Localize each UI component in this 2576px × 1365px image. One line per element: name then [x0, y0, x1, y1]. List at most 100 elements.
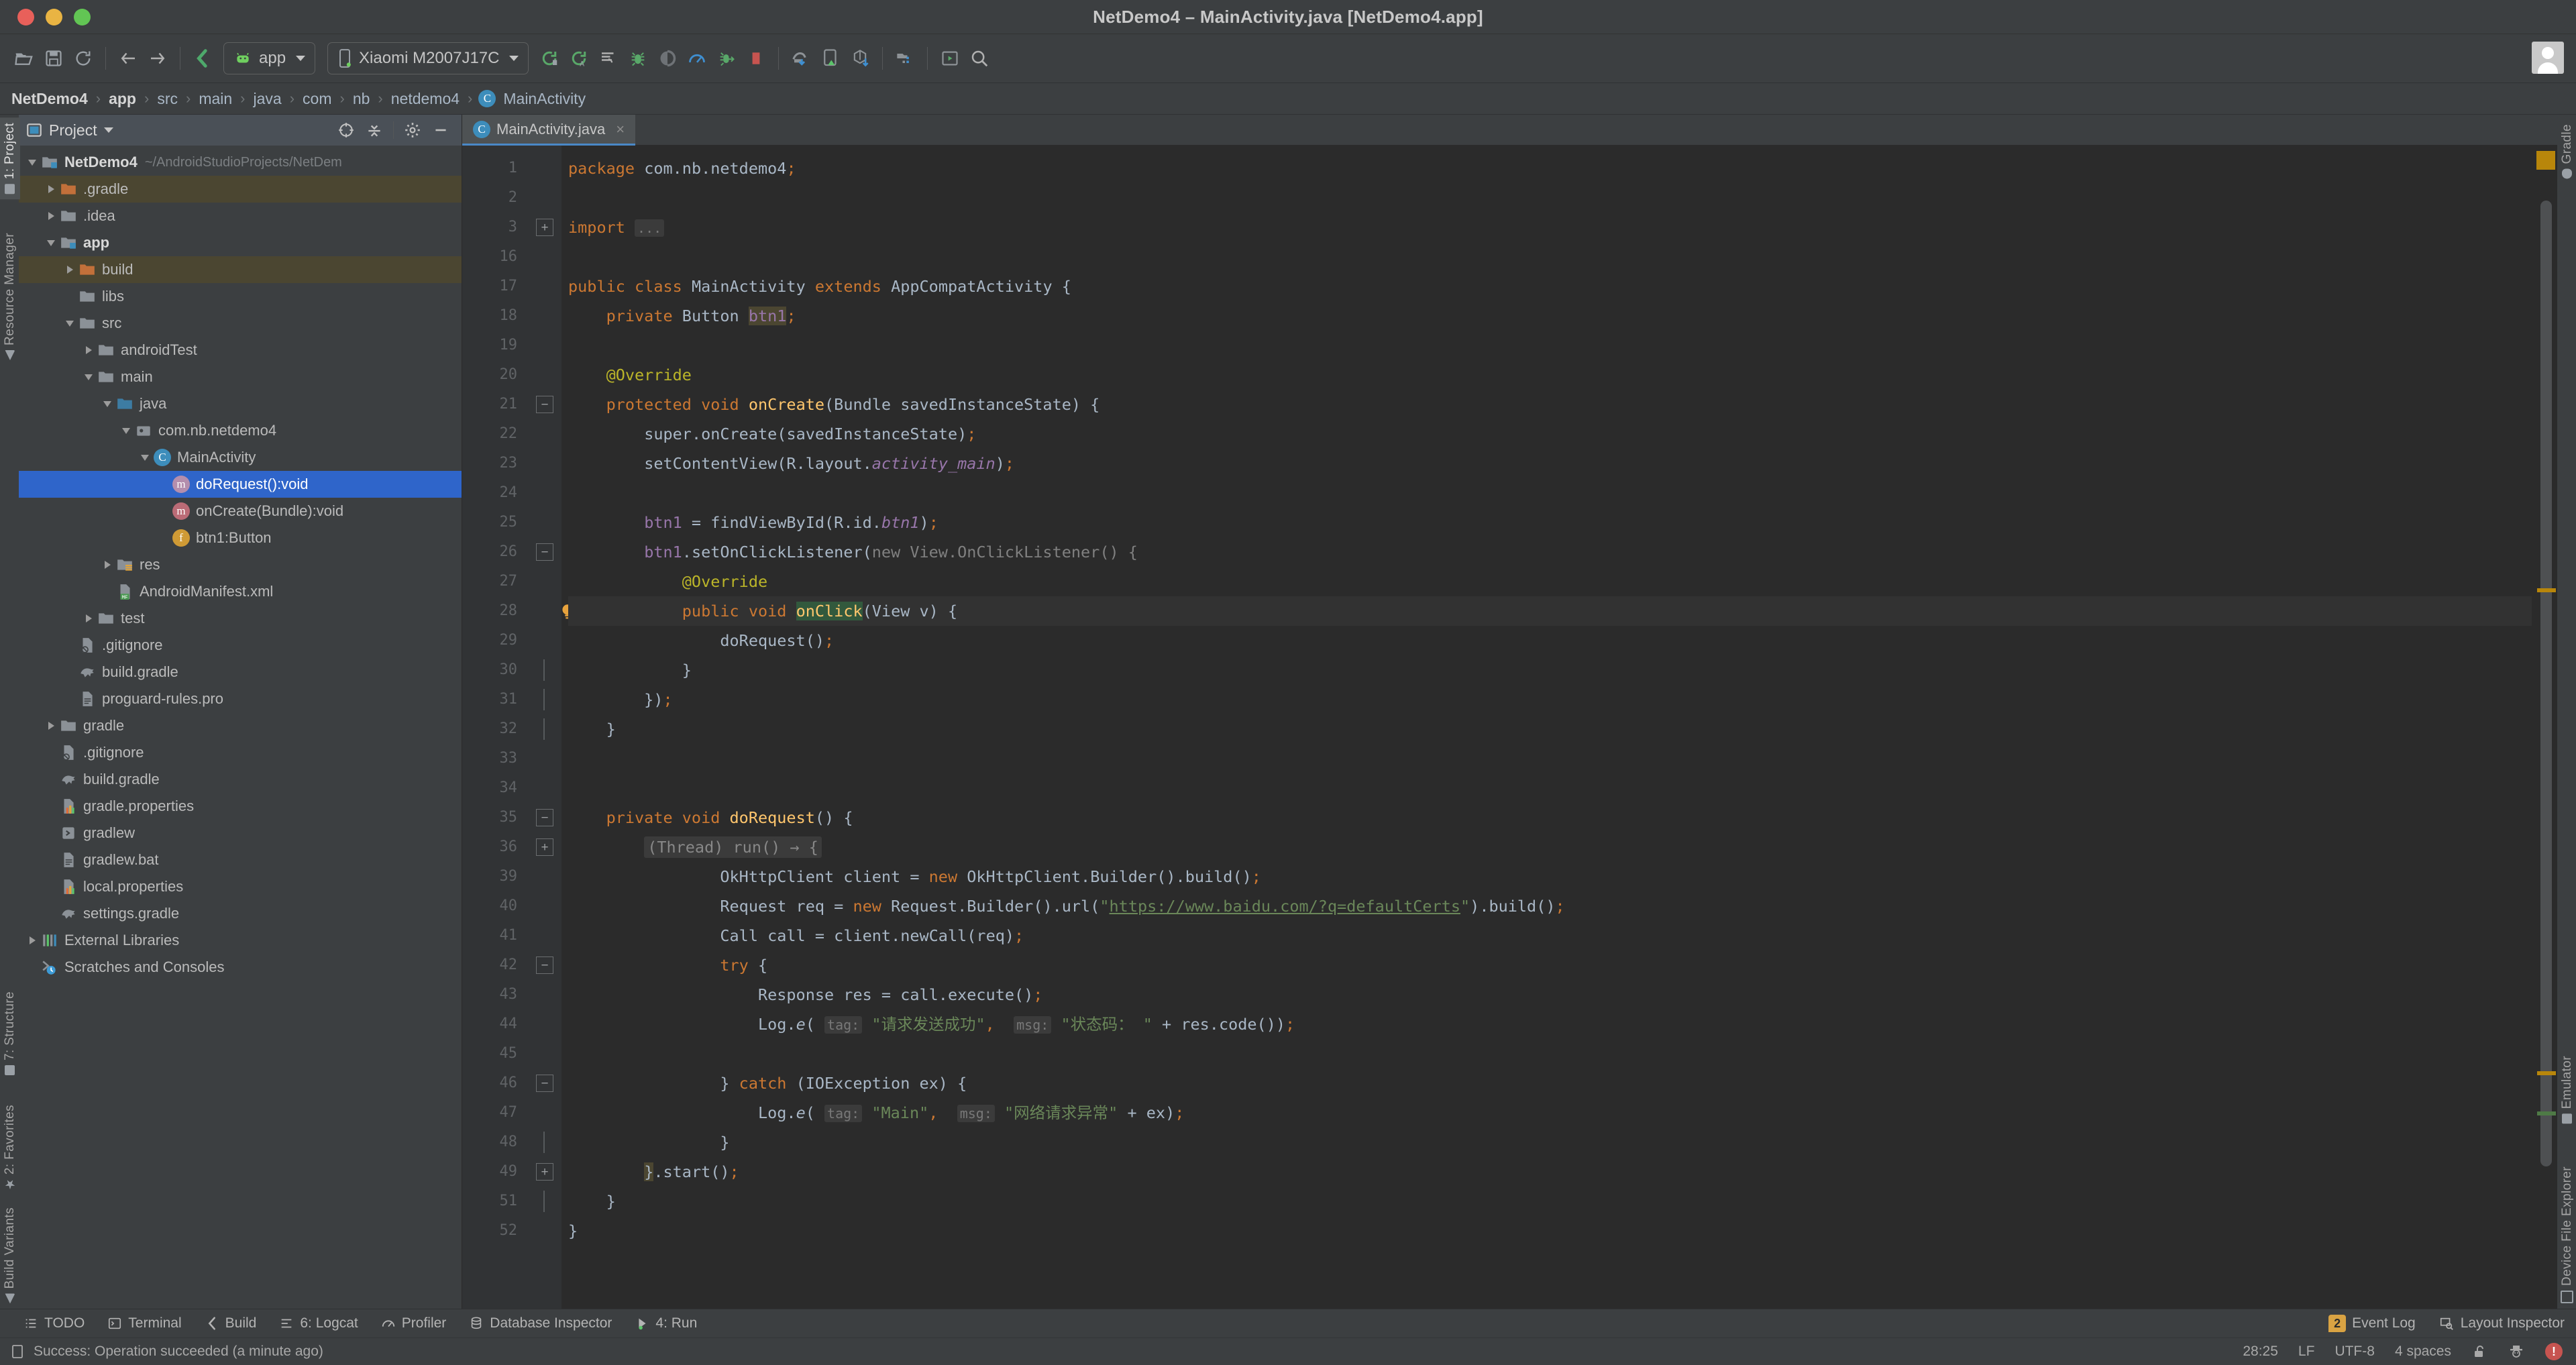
code-line-35[interactable]: private void doRequest() {	[568, 803, 2557, 832]
fold-marker-slot[interactable]: −	[527, 803, 561, 832]
tree-node-test[interactable]: test	[19, 605, 462, 632]
tool-button-build-variants[interactable]: Build Variants	[0, 1202, 20, 1309]
line-number[interactable]: 46	[462, 1069, 527, 1098]
code-line-40[interactable]: Request req = new Request.Builder().url(…	[568, 891, 2557, 921]
line-separator[interactable]: LF	[2288, 1344, 2325, 1360]
code-line-47[interactable]: Log.e( tag: "Main", msg: "网络请求异常" + ex);	[568, 1098, 2557, 1128]
code-line-20[interactable]: @Override	[568, 360, 2557, 390]
tree-node-oncreate-bundle-void[interactable]: m onCreate(Bundle):void	[19, 498, 462, 525]
fold-marker-slot[interactable]	[527, 301, 561, 331]
bottom-item-database-inspector[interactable]: Database Inspector	[458, 1309, 623, 1337]
line-number[interactable]: 27	[462, 567, 527, 596]
run-icon[interactable]	[535, 44, 564, 73]
code-line-24[interactable]	[568, 478, 2557, 508]
fold-marker-slot[interactable]: −	[527, 950, 561, 980]
line-number[interactable]: 16	[462, 242, 527, 272]
collapse-all-icon[interactable]	[363, 119, 386, 142]
tree-node-com-nb-netdemo4[interactable]: com.nb.netdemo4	[19, 417, 462, 444]
fold-marker-slot[interactable]	[527, 685, 561, 714]
breadcrumb-item-2[interactable]: src	[155, 90, 180, 108]
line-number[interactable]: 49	[462, 1157, 527, 1187]
chevron-down-icon[interactable]	[118, 423, 134, 439]
code-line-21[interactable]: protected void onCreate(Bundle savedInst…	[568, 390, 2557, 419]
code-line-43[interactable]: Response res = call.execute();	[568, 980, 2557, 1009]
fold-marker-slot[interactable]	[527, 154, 561, 183]
fold-marker-slot[interactable]	[527, 655, 561, 685]
editor-scrollbar-thumb[interactable]	[2540, 201, 2552, 1166]
tool-button-resource-manager[interactable]: Resource Manager	[0, 227, 20, 366]
bottom-item-event-log[interactable]: 2 Event Log	[2317, 1309, 2427, 1337]
fold-minus-icon[interactable]: −	[536, 543, 553, 561]
tool-button-device-file-explorer[interactable]: Device File Explorer	[2557, 1161, 2576, 1309]
avd-manager-icon[interactable]	[188, 44, 217, 73]
fold-marker-slot[interactable]: +	[527, 832, 561, 862]
line-number[interactable]: 43	[462, 980, 527, 1009]
chevron-down-icon[interactable]	[137, 449, 153, 466]
scroll-marker-warning[interactable]	[2537, 588, 2556, 592]
source-code[interactable]: package com.nb.netdemo4; import ... publ…	[561, 146, 2557, 1309]
fold-plus-icon[interactable]: +	[536, 219, 553, 236]
line-number[interactable]: 26	[462, 537, 527, 567]
code-line-25[interactable]: btn1 = findViewById(R.id.btn1);	[568, 508, 2557, 537]
fold-marker-slot[interactable]	[527, 508, 561, 537]
bottom-item-todo[interactable]: TODO	[12, 1309, 96, 1337]
forward-arrow-icon[interactable]	[143, 44, 172, 73]
line-number[interactable]: 24	[462, 478, 527, 508]
breadcrumb-item-0[interactable]: NetDemo4	[9, 90, 90, 108]
code-line-45[interactable]	[568, 1039, 2557, 1069]
fold-marker-slot[interactable]	[527, 478, 561, 508]
bottom-item-layout-inspector[interactable]: Layout Inspector	[2427, 1309, 2576, 1337]
code-line-32[interactable]: }	[568, 714, 2557, 744]
tree-node-external-libraries[interactable]: External Libraries	[19, 927, 462, 954]
line-number[interactable]: 33	[462, 744, 527, 773]
fold-plus-icon[interactable]: +	[536, 838, 553, 856]
code-line-46[interactable]: } catch (IOException ex) {	[568, 1069, 2557, 1098]
stop-icon[interactable]	[741, 44, 771, 73]
fold-marker-slot[interactable]	[527, 272, 561, 301]
minimize-icon[interactable]	[429, 119, 452, 142]
line-number[interactable]: 41	[462, 921, 527, 950]
tree-node-res[interactable]: res	[19, 551, 462, 578]
breadcrumb-item-8[interactable]: MainActivity	[501, 90, 588, 108]
line-number[interactable]: 18	[462, 301, 527, 331]
tree-node-libs[interactable]: libs	[19, 283, 462, 310]
line-number[interactable]: 23	[462, 449, 527, 478]
fold-marker-slot[interactable]	[527, 242, 561, 272]
attach-debugger-icon[interactable]	[712, 44, 741, 73]
line-number[interactable]: 35	[462, 803, 527, 832]
tool-button-emulator[interactable]: Emulator	[2557, 1050, 2576, 1129]
open-folder-icon[interactable]	[9, 44, 39, 73]
chevron-right-icon[interactable]	[62, 262, 78, 278]
tool-button-favorites[interactable]: 2: Favorites	[0, 1099, 20, 1195]
line-number[interactable]: 34	[462, 773, 527, 803]
code-line-3[interactable]: import ...	[568, 213, 2557, 242]
line-number[interactable]: 51	[462, 1187, 527, 1216]
code-line-41[interactable]: Call call = client.newCall(req);	[568, 921, 2557, 950]
chevron-right-icon[interactable]	[24, 932, 40, 948]
tree-node-proguard-rules-pro[interactable]: proguard-rules.pro	[19, 686, 462, 712]
locate-icon[interactable]	[335, 119, 358, 142]
tool-button-project[interactable]: 1: Project	[0, 117, 20, 200]
fold-marker-slot[interactable]	[527, 626, 561, 655]
bottom-item-run[interactable]: 4: Run	[623, 1309, 708, 1337]
tree-node--idea[interactable]: .idea	[19, 203, 462, 229]
code-line-18[interactable]: private Button btn1;	[568, 301, 2557, 331]
code-line-26[interactable]: btn1.setOnClickListener(new View.OnClick…	[568, 537, 2557, 567]
chevron-right-icon[interactable]	[80, 610, 97, 626]
bottom-item-logcat[interactable]: 6: Logcat	[268, 1309, 369, 1337]
code-line-31[interactable]: });	[568, 685, 2557, 714]
code-line-27[interactable]: @Override	[568, 567, 2557, 596]
fold-marker-slot[interactable]	[527, 419, 561, 449]
line-number[interactable]: 40	[462, 891, 527, 921]
tree-node-gradlew[interactable]: gradlew	[19, 820, 462, 847]
line-number[interactable]: 44	[462, 1009, 527, 1039]
fold-marker-slot[interactable]	[527, 1128, 561, 1157]
tree-node-btn1-button[interactable]: f btn1:Button	[19, 525, 462, 551]
tree-node-dorequest-void[interactable]: m doRequest():void	[19, 471, 462, 498]
fold-marker-slot[interactable]	[527, 360, 561, 390]
editor-scrollbar-area[interactable]	[2532, 146, 2557, 1309]
tree-node-mainactivity[interactable]: C MainActivity	[19, 444, 462, 471]
tree-node-gradle-properties[interactable]: gradle.properties	[19, 793, 462, 820]
layout-editor-icon[interactable]	[935, 44, 965, 73]
line-number[interactable]: 39	[462, 862, 527, 891]
